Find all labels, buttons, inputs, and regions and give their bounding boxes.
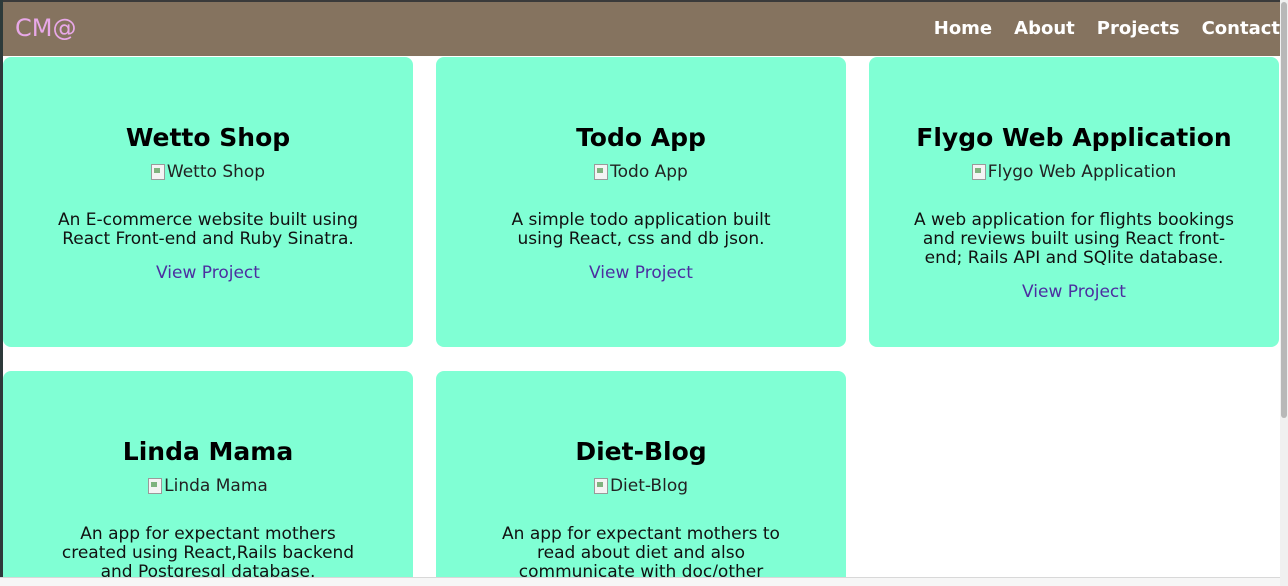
view-project-link[interactable]: View Project — [885, 282, 1263, 302]
horizontal-scrollbar[interactable] — [0, 577, 1280, 586]
project-description: An app for expectant mothers created usi… — [61, 524, 355, 582]
project-card-linda-mama: Linda Mama Linda Mama An app for expecta… — [3, 371, 413, 586]
project-title: Diet-Blog — [575, 437, 707, 466]
broken-image-icon — [594, 164, 609, 180]
project-image: Wetto Shop — [150, 162, 266, 182]
project-card-flygo: Flygo Web Application Flygo Web Applicat… — [869, 57, 1279, 347]
project-title: Todo App — [576, 123, 706, 152]
broken-image-icon — [971, 164, 986, 180]
broken-image-icon — [148, 478, 163, 494]
project-image: Todo App — [594, 162, 688, 182]
browser-viewport: CM@ Home About Projects Contact Wetto Sh… — [0, 0, 1288, 586]
project-image: Diet-Blog — [593, 476, 689, 496]
project-image-alt: Flygo Web Application — [987, 162, 1177, 182]
project-image-alt: Diet-Blog — [609, 476, 689, 496]
broken-image-icon — [593, 478, 608, 494]
nav-about-link[interactable]: About — [1014, 18, 1075, 39]
project-image-alt: Todo App — [610, 162, 688, 182]
project-description: A simple todo application built using Re… — [511, 210, 771, 249]
view-project-link[interactable]: View Project — [452, 263, 830, 283]
navbar: CM@ Home About Projects Contact — [3, 2, 1280, 56]
project-title: Wetto Shop — [125, 123, 291, 152]
nav-links: Home About Projects Contact — [912, 18, 1280, 39]
project-title: Linda Mama — [122, 437, 294, 466]
project-description: A web application for flights bookings a… — [913, 210, 1235, 268]
project-image-alt: Linda Mama — [164, 476, 268, 496]
project-image: Linda Mama — [148, 476, 268, 496]
project-image-alt: Wetto Shop — [166, 162, 266, 182]
scrollbar-thumb[interactable] — [1281, 2, 1287, 418]
nav-projects-link[interactable]: Projects — [1097, 18, 1180, 39]
view-project-link[interactable]: View Project — [19, 263, 397, 283]
vertical-scrollbar[interactable] — [1280, 0, 1288, 586]
nav-home-link[interactable]: Home — [934, 18, 992, 39]
project-title: Flygo Web Application — [916, 123, 1232, 152]
project-image: Flygo Web Application — [971, 162, 1177, 182]
brand-logo[interactable]: CM@ — [15, 14, 76, 42]
nav-contact-link[interactable]: Contact — [1202, 18, 1280, 39]
project-card-wetto-shop: Wetto Shop Wetto Shop An E-commerce webs… — [3, 57, 413, 347]
project-card-diet-blog: Diet-Blog Diet-Blog An app for expectant… — [436, 371, 846, 586]
project-description: An E-commerce website built using React … — [57, 210, 359, 249]
broken-image-icon — [150, 164, 165, 180]
project-card-todo-app: Todo App Todo App A simple todo applicat… — [436, 57, 846, 347]
